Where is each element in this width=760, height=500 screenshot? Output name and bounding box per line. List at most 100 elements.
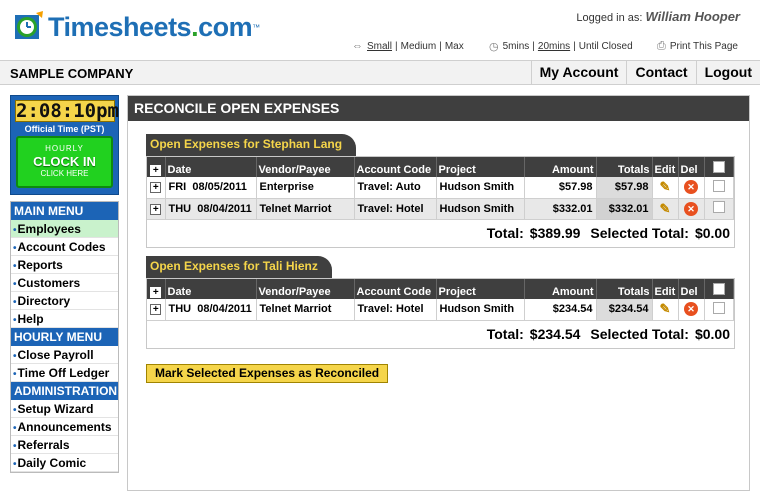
clock-widget: 2:08:10pm Official Time (PST) HOURLY CLO… [10, 95, 119, 195]
print-control[interactable]: ⎙ Print This Page [657, 40, 738, 53]
total-label: Total: [486, 326, 524, 342]
clock-in-button[interactable]: HOURLY CLOCK IN CLICK HERE [16, 136, 113, 188]
account-cell: Travel: Auto [354, 177, 437, 199]
table-header-row: + Date Vendor/Payee Account Code Project… [147, 157, 734, 177]
contact-link[interactable]: Contact [626, 61, 695, 84]
row-checkbox[interactable] [712, 201, 725, 213]
selected-total-value: $0.00 [694, 225, 730, 241]
menu-item-time-off-ledger[interactable]: •Time Off Ledger [11, 364, 118, 382]
expense-table: + Date Vendor/Payee Account Code Project… [147, 279, 734, 321]
top-bar: SAMPLE COMPANY My Account Contact Logout [0, 60, 760, 85]
col-totals: Totals [596, 157, 653, 177]
col-del: Del [678, 279, 705, 299]
del-cell: ✕ [678, 198, 705, 220]
menu-item-customers[interactable]: •Customers [11, 274, 118, 292]
section-heading: Open Expenses for Tali Hienz [146, 256, 332, 278]
menu-item-setup-wizard[interactable]: •Setup Wizard [11, 400, 118, 418]
col-del: Del [678, 157, 705, 177]
col-vendor: Vendor/Payee [256, 279, 355, 299]
amount-cell: $234.54 [524, 299, 597, 321]
my-account-link[interactable]: My Account [530, 61, 627, 84]
pencil-icon[interactable]: ✎ [660, 201, 671, 216]
size-medium-link[interactable]: Medium [401, 41, 437, 52]
col-date: Date [165, 157, 257, 177]
project-cell: Hudson Smith [436, 198, 525, 220]
col-project: Project [436, 279, 525, 299]
table-header-row: + Date Vendor/Payee Account Code Project… [147, 279, 734, 299]
logo[interactable]: Timesheets.com ™ [12, 10, 260, 44]
user-name: William Hooper [645, 9, 740, 24]
timeout-20-link[interactable]: 20mins [538, 41, 570, 52]
expand-cell: + [147, 198, 166, 220]
logo-text: Timesheets.com [48, 11, 253, 42]
text-size-icon: ⇔ [352, 40, 363, 52]
project-cell: Hudson Smith [436, 177, 525, 199]
expand-all-cell: + [147, 279, 166, 299]
expense-table-box: + Date Vendor/Payee Account Code Project… [146, 156, 735, 248]
expand-all-icon[interactable]: + [150, 165, 162, 176]
table-row: + FRI 08/05/2011 Enterprise Travel: Auto… [147, 177, 734, 199]
amount-cell: $57.98 [524, 177, 597, 199]
print-icon: ⎙ [657, 40, 666, 52]
delete-icon[interactable]: ✕ [684, 201, 698, 216]
vendor-cell: Telnet Marriot [256, 299, 355, 321]
menu-item-daily-comic[interactable]: •Daily Comic [11, 454, 118, 472]
timeout-closed-link[interactable]: Until Closed [579, 41, 633, 52]
expense-table-box: + Date Vendor/Payee Account Code Project… [146, 278, 735, 349]
clock-icon: ◷ [489, 41, 499, 53]
amount-cell: $332.01 [524, 198, 597, 220]
menu-item-announcements[interactable]: •Announcements [11, 418, 118, 436]
totals-cell: $332.01 [596, 198, 653, 220]
menu-item-account-codes[interactable]: •Account Codes [11, 238, 118, 256]
delete-icon[interactable]: ✕ [684, 302, 698, 317]
col-account-code: Account Code [354, 157, 437, 177]
row-checkbox[interactable] [712, 301, 725, 314]
totals-cell: $57.98 [596, 177, 653, 199]
text-size-controls: ⇔ Small | Medium | Max [352, 40, 464, 52]
size-max-link[interactable]: Max [445, 41, 464, 52]
logout-link[interactable]: Logout [695, 61, 760, 84]
account-cell: Travel: Hotel [354, 198, 437, 220]
menu-item-reports[interactable]: •Reports [11, 256, 118, 274]
top-nav: My Account Contact Logout [530, 61, 760, 84]
expand-row-icon[interactable]: + [150, 182, 162, 194]
official-time-label: Official Time (PST) [24, 124, 105, 134]
select-all-checkbox[interactable] [712, 283, 725, 295]
print-link[interactable]: Print This Page [670, 41, 738, 52]
expand-row-icon[interactable]: + [150, 203, 162, 215]
vendor-cell: Telnet Marriot [256, 198, 355, 220]
mark-reconciled-button[interactable]: Mark Selected Expenses as Reconciled [146, 364, 389, 383]
col-edit: Edit [652, 279, 679, 299]
select-all-cell [704, 279, 734, 299]
menu-item-referrals[interactable]: •Referrals [11, 436, 118, 454]
logged-in-info: Logged in as: William Hooper [576, 9, 740, 24]
select-cell [704, 198, 734, 220]
delete-icon[interactable]: ✕ [684, 180, 698, 195]
main-menu-heading: MAIN MENU [11, 202, 118, 220]
menu-item-employees[interactable]: •Employees [11, 220, 118, 238]
date-cell: FRI 08/05/2011 [165, 177, 257, 199]
totals-cell: $234.54 [596, 299, 653, 321]
selected-total-value: $0.00 [694, 326, 730, 342]
edit-cell: ✎ [652, 299, 679, 321]
selected-total-label: Selected Total: [590, 225, 689, 241]
menu-item-directory[interactable]: •Directory [11, 292, 118, 310]
size-small-link[interactable]: Small [367, 41, 392, 52]
row-checkbox[interactable] [712, 179, 725, 192]
expand-row-icon[interactable]: + [150, 304, 162, 316]
timeout-5-link[interactable]: 5mins [503, 41, 530, 52]
col-edit: Edit [652, 157, 679, 177]
menu-item-close-payroll[interactable]: •Close Payroll [11, 346, 118, 364]
sidebar: 2:08:10pm Official Time (PST) HOURLY CLO… [10, 95, 119, 473]
totals-row: Total: $389.99 Selected Total: $0.00 [147, 220, 734, 247]
pencil-icon[interactable]: ✎ [660, 301, 671, 316]
clock-logo-icon [15, 11, 43, 39]
del-cell: ✕ [678, 299, 705, 321]
expense-section-tali-hienz: Open Expenses for Tali Hienz + Date Vend… [146, 256, 735, 349]
col-project: Project [436, 157, 525, 177]
select-all-checkbox[interactable] [712, 161, 725, 173]
date-cell: THU 08/04/2011 [165, 299, 257, 321]
expand-all-icon[interactable]: + [150, 287, 162, 298]
pencil-icon[interactable]: ✎ [660, 179, 671, 194]
menu-item-help[interactable]: •Help [11, 310, 118, 328]
